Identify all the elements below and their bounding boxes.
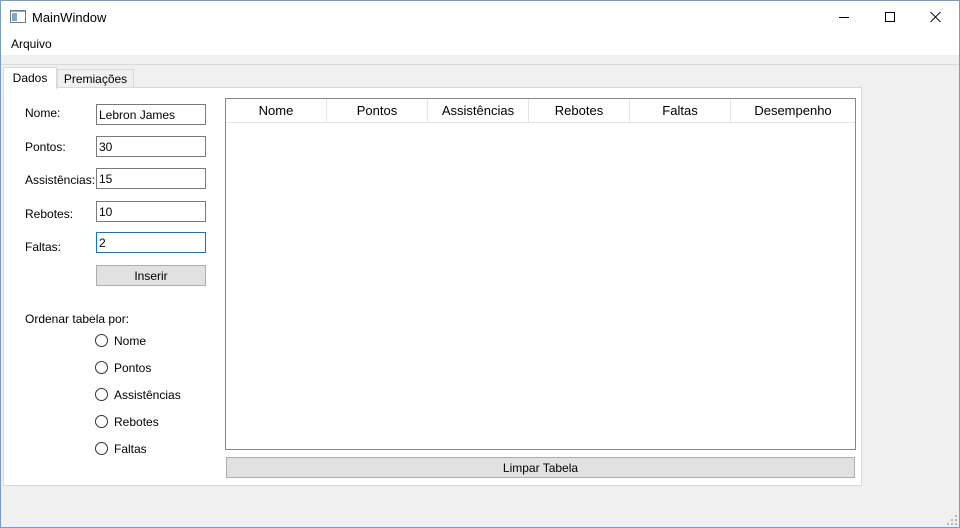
column-header-nome[interactable]: Nome: [226, 99, 327, 123]
main-window: MainWindow Arquivo Dados Premiações Nome…: [0, 0, 960, 528]
column-header-assistencias[interactable]: Assistências: [428, 99, 529, 123]
sort-label: Ordenar tabela por:: [25, 312, 130, 326]
clear-table-button[interactable]: Limpar Tabela: [226, 457, 855, 478]
label-faltas: Faltas:: [25, 240, 62, 254]
grip-dot: [951, 519, 953, 521]
grip-dot: [955, 523, 957, 525]
tab-pane-dados: Nome: Lebron James Pontos: 30 Assistênci…: [3, 87, 862, 486]
rebotes-field[interactable]: 10: [96, 201, 206, 222]
radio-label: Assistências: [114, 388, 181, 402]
radio-label: Faltas: [114, 442, 147, 456]
insert-button[interactable]: Inserir: [96, 265, 206, 286]
radio-button-icon[interactable]: [95, 361, 108, 374]
radio-label: Pontos: [114, 361, 152, 375]
label-rebotes: Rebotes:: [25, 207, 74, 221]
maximize-button[interactable]: [867, 1, 913, 33]
nome-field[interactable]: Lebron James: [96, 104, 206, 125]
app-window-icon: [10, 10, 26, 23]
label-nome: Nome:: [25, 106, 61, 120]
column-header-faltas[interactable]: Faltas: [630, 99, 731, 123]
tab-dados[interactable]: Dados: [3, 67, 57, 89]
grip-dot: [951, 523, 953, 525]
maximize-icon: [885, 12, 895, 22]
resize-grip-icon[interactable]: [947, 515, 957, 525]
minimize-icon: [839, 16, 849, 18]
close-icon: [930, 11, 942, 23]
column-header-pontos[interactable]: Pontos: [327, 99, 428, 123]
title-bar[interactable]: MainWindow: [1, 1, 959, 33]
faltas-field[interactable]: 2: [96, 232, 206, 253]
pontos-field[interactable]: 30: [96, 136, 206, 157]
stats-table[interactable]: Nome Pontos Assistências Rebotes Faltas …: [225, 98, 856, 450]
radio-button-icon[interactable]: [95, 388, 108, 401]
label-assistencias: Assistências:: [25, 173, 96, 187]
table-header: Nome Pontos Assistências Rebotes Faltas …: [226, 99, 855, 123]
menu-bar: Arquivo: [1, 33, 959, 55]
grip-dot: [955, 519, 957, 521]
radio-button-icon[interactable]: [95, 442, 108, 455]
grip-dot: [947, 523, 949, 525]
tab-premiacoes[interactable]: Premiações: [57, 69, 134, 88]
radio-button-icon[interactable]: [95, 334, 108, 347]
radio-label: Rebotes: [114, 415, 159, 429]
close-button[interactable]: [913, 1, 959, 33]
menu-arquivo[interactable]: Arquivo: [11, 37, 52, 51]
radio-label: Nome: [114, 334, 147, 348]
radio-button-icon[interactable]: [95, 415, 108, 428]
assistencias-field[interactable]: 15: [96, 168, 206, 189]
label-pontos: Pontos:: [25, 140, 66, 154]
grip-dot: [955, 515, 957, 517]
minimize-button[interactable]: [821, 1, 867, 33]
window-title: MainWindow: [32, 10, 107, 25]
toolbar-area: [1, 55, 959, 65]
column-header-rebotes[interactable]: Rebotes: [529, 99, 630, 123]
column-header-desempenho[interactable]: Desempenho: [731, 99, 855, 123]
